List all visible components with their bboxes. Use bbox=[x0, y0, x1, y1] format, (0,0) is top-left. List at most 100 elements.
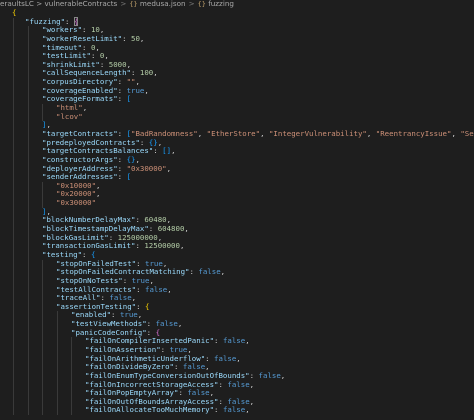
indent-guide bbox=[13, 294, 14, 303]
punctuation: , bbox=[184, 224, 189, 234]
indent-guide bbox=[13, 34, 14, 44]
indent-guide bbox=[71, 371, 72, 381]
indent-guide bbox=[13, 320, 14, 329]
indent-guide bbox=[42, 268, 43, 277]
json-number: 125000000 bbox=[117, 232, 158, 242]
indent-guide bbox=[28, 78, 29, 87]
indent-guide bbox=[13, 95, 14, 105]
code-line[interactable]: "failOnIncorrectStorageAccess": false, bbox=[0, 379, 474, 390]
json-string: "html" bbox=[56, 103, 83, 113]
punctuation: : bbox=[139, 137, 149, 147]
punctuation: : bbox=[117, 154, 127, 164]
breadcrumb-file[interactable]: medusa.json bbox=[140, 0, 186, 8]
json-key: "stopOnNoTests" bbox=[56, 275, 123, 285]
json-boolean: true bbox=[119, 310, 138, 320]
indent-guide bbox=[28, 285, 29, 295]
indent-guide bbox=[13, 190, 14, 200]
code-line[interactable]: "lcov" bbox=[0, 112, 474, 122]
punctuation: : bbox=[117, 128, 127, 138]
punctuation: , bbox=[166, 163, 172, 173]
indent-guide bbox=[42, 397, 43, 407]
json-key: "senderAddresses" bbox=[42, 172, 118, 182]
punctuation: , bbox=[139, 33, 145, 43]
code-editor[interactable]: eraultsLC > vulnerableContracts >{} medus… bbox=[0, 0, 474, 420]
json-key: "shrinkLimit" bbox=[42, 59, 100, 69]
indent-guide bbox=[28, 337, 29, 346]
indent-guide bbox=[28, 311, 29, 321]
indent-guide bbox=[57, 345, 58, 355]
object-braces-icon: {} bbox=[197, 0, 206, 8]
code-line[interactable]: "failOnAllocateTooMuchMemory": false, bbox=[0, 406, 474, 416]
json-number: 604800 bbox=[157, 224, 185, 234]
indent-guide bbox=[71, 389, 72, 398]
breadcrumb-folder[interactable]: eraultsLC > vulnerableContracts bbox=[0, 0, 117, 8]
code-line[interactable]: "failOnCompilerInsertedPanic": false, bbox=[0, 337, 474, 346]
indent-guide bbox=[13, 406, 14, 416]
json-key: "assertionTesting" bbox=[56, 301, 137, 311]
json-key: "panicCodeConfig" bbox=[71, 327, 147, 337]
indent-guide bbox=[42, 311, 43, 321]
indent-guide bbox=[28, 138, 29, 148]
punctuation: , bbox=[249, 396, 255, 406]
indent-guide bbox=[28, 26, 29, 35]
code-line[interactable]: "0x30000" bbox=[0, 198, 474, 208]
indent-guide bbox=[13, 164, 14, 174]
indent-guide bbox=[13, 268, 14, 277]
indent-guide bbox=[13, 311, 14, 321]
bracket: [ bbox=[126, 172, 132, 182]
json-key: "workers" bbox=[42, 25, 83, 35]
breadcrumb-symbol[interactable]: fuzzing bbox=[208, 0, 234, 8]
indent-guide bbox=[13, 328, 14, 338]
indent-guide bbox=[13, 17, 14, 27]
punctuation: , bbox=[280, 370, 286, 380]
bracket: { bbox=[145, 301, 150, 311]
indent-guide bbox=[28, 216, 29, 226]
indent-guide bbox=[57, 337, 58, 346]
indent-guide bbox=[71, 363, 72, 372]
indent-guide bbox=[71, 354, 72, 364]
punctuation: : bbox=[146, 319, 156, 329]
indent-guide bbox=[57, 371, 58, 381]
bracket: [ bbox=[126, 94, 132, 104]
indent-guide bbox=[42, 328, 43, 338]
indent-guide bbox=[42, 371, 43, 381]
indent-guide bbox=[28, 354, 29, 364]
json-number: 10 bbox=[90, 25, 100, 35]
indent-guide bbox=[13, 259, 14, 269]
indent-guide bbox=[42, 337, 43, 346]
indent-guide bbox=[13, 207, 14, 217]
indent-guide bbox=[28, 207, 29, 217]
indent-guide bbox=[42, 380, 43, 390]
punctuation: , bbox=[157, 137, 163, 147]
json-key: "deployerAddress" bbox=[42, 163, 118, 173]
breadcrumb: eraultsLC > vulnerableContracts >{} medus… bbox=[0, 0, 234, 8]
punctuation: , bbox=[96, 180, 101, 190]
code-line[interactable]: "failOnArithmeticUnderflow": false, bbox=[0, 354, 474, 364]
punctuation: : bbox=[82, 42, 91, 52]
punctuation: , bbox=[366, 128, 376, 138]
indent-guide bbox=[42, 259, 43, 269]
indent-guide bbox=[28, 34, 29, 44]
indent-guide bbox=[28, 268, 29, 277]
json-key: "blockTimestampDelayMax" bbox=[42, 224, 149, 234]
punctuation: : bbox=[214, 336, 223, 346]
json-string: "0x30000" bbox=[56, 198, 97, 208]
punctuation: , bbox=[177, 319, 183, 329]
json-boolean: false bbox=[227, 379, 250, 389]
json-key: "testLimit" bbox=[42, 51, 91, 61]
json-string: "BadRandomness" bbox=[131, 128, 198, 138]
code-lines[interactable]: {"fuzzing": {"workers": 10, "workerResetL… bbox=[0, 8, 474, 416]
json-key: "predeployedContracts" bbox=[42, 137, 140, 147]
indent-guide bbox=[28, 173, 29, 182]
json-string: "0x10000" bbox=[56, 180, 97, 190]
punctuation: : bbox=[122, 275, 132, 285]
punctuation: : bbox=[136, 301, 145, 311]
punctuation: , bbox=[82, 103, 88, 113]
punctuation: , bbox=[46, 120, 51, 130]
json-boolean: false bbox=[258, 370, 281, 380]
indent-guide bbox=[28, 259, 29, 269]
punctuation: , bbox=[179, 241, 185, 251]
indent-guide bbox=[71, 337, 72, 346]
indent-guide bbox=[28, 242, 29, 251]
punctuation: : bbox=[117, 77, 127, 87]
